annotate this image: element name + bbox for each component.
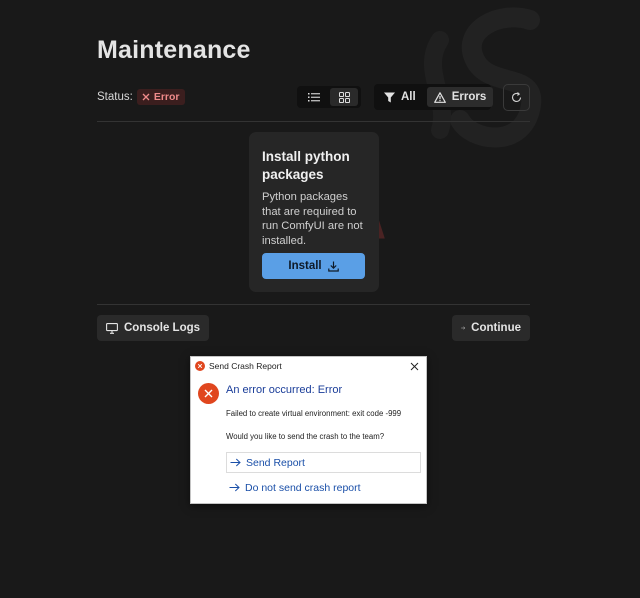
dont-send-report-link[interactable]: Do not send crash report <box>226 477 421 498</box>
dialog-title: Send Crash Report <box>209 361 282 371</box>
dialog-close-button[interactable] <box>408 360 420 372</box>
send-report-label: Send Report <box>246 456 305 469</box>
status-row: Status: Error <box>97 89 185 105</box>
warning-icon <box>433 91 446 103</box>
filter-errors-label: Errors <box>451 91 487 103</box>
filter-toggle: All Errors <box>374 84 494 110</box>
x-icon <box>142 93 150 101</box>
status-badge-text: Error <box>153 91 180 103</box>
dialog-question: Would you like to send the crash to the … <box>226 432 385 441</box>
arrow-right-icon <box>229 483 240 492</box>
continue-button[interactable]: Continue <box>452 315 530 341</box>
arrow-right-icon <box>230 458 241 467</box>
grid-icon <box>338 91 350 103</box>
send-report-link[interactable]: Send Report <box>226 452 421 473</box>
divider-bottom <box>97 304 530 305</box>
task-description: Python packages that are required to run… <box>262 191 363 247</box>
console-logs-label: Console Logs <box>124 322 201 334</box>
status-badge: Error <box>136 89 185 105</box>
grid-view-button[interactable] <box>330 88 358 106</box>
filter-icon <box>384 92 395 102</box>
install-label: Install <box>288 260 322 272</box>
dialog-titlebar: Send Crash Report <box>191 357 426 375</box>
install-button[interactable]: Install <box>262 253 365 279</box>
dialog-message: Failed to create virtual environment: ex… <box>226 409 402 418</box>
filter-errors-button[interactable]: Errors <box>426 87 494 107</box>
task-title: Install python packages <box>262 149 350 182</box>
refresh-button[interactable] <box>503 84 530 111</box>
list-icon <box>308 93 320 102</box>
arrow-right-icon <box>461 326 466 330</box>
filter-all-button[interactable]: All <box>377 87 423 107</box>
divider-top <box>97 121 530 122</box>
view-toggle <box>297 86 361 108</box>
dont-send-report-label: Do not send crash report <box>245 481 361 494</box>
dialog-title-error-icon <box>195 361 205 371</box>
status-label: Status: <box>97 91 133 103</box>
monitor-icon <box>106 322 118 334</box>
close-icon <box>410 362 418 370</box>
console-logs-button[interactable]: Console Logs <box>97 315 210 341</box>
task-card: Install python packages Python packages … <box>249 132 379 292</box>
download-icon <box>327 261 339 272</box>
crash-report-dialog: Send Crash Report An error occurred: Err… <box>190 356 427 504</box>
continue-label: Continue <box>471 322 521 334</box>
filter-all-label: All <box>401 91 416 103</box>
dialog-heading: An error occurred: Error <box>226 384 343 396</box>
error-circle-icon <box>198 383 219 409</box>
refresh-icon <box>511 92 522 103</box>
page-title: Maintenance <box>97 36 251 64</box>
list-view-button[interactable] <box>300 88 328 106</box>
